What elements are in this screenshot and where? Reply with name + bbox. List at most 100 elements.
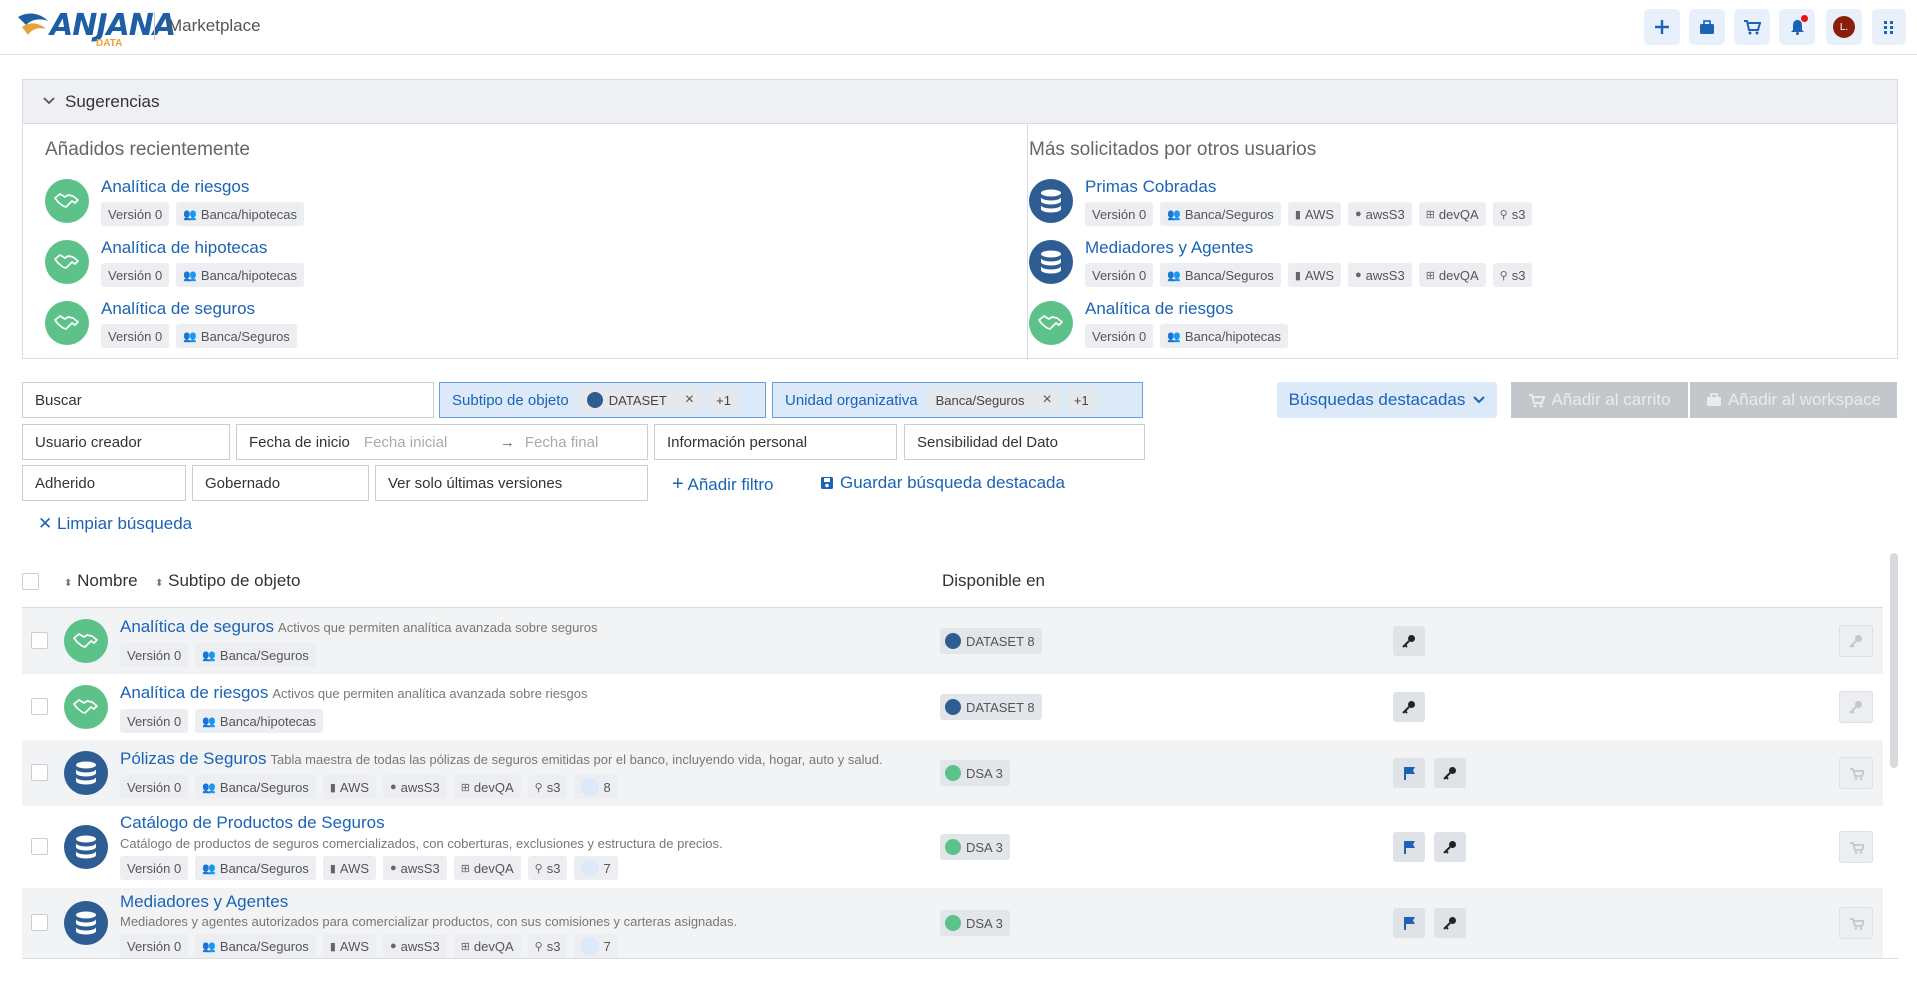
anjana-logo[interactable]: ANJANA DATA — [14, 5, 176, 49]
dsa-icon — [945, 915, 961, 931]
clear-search-button[interactable]: ✕ Limpiar búsqueda — [38, 514, 192, 534]
org-unit-filter[interactable]: Unidad organizativa Banca/Seguros × +1 — [772, 382, 1143, 418]
flag-button[interactable] — [1393, 758, 1425, 788]
search-input[interactable]: Buscar — [22, 382, 434, 418]
briefcase-icon — [1706, 393, 1721, 406]
sensitivity-filter[interactable]: Sensibilidad del Dato — [904, 424, 1145, 460]
building-icon: ▮ — [329, 781, 336, 794]
row-checkbox[interactable] — [31, 914, 48, 931]
asset-link[interactable]: Analítica de riesgos Activos que permiten… — [120, 683, 587, 703]
row-action-button[interactable] — [1839, 625, 1873, 657]
asset-link[interactable]: Catálogo de Productos de Seguros — [120, 813, 385, 833]
close-icon[interactable]: × — [685, 391, 694, 409]
dsa-icon — [945, 765, 961, 781]
tag-label: Versión 0 — [127, 938, 182, 954]
asset-description: Tabla maestra de todas las pólizas de se… — [270, 752, 883, 767]
personal-info-filter[interactable]: Información personal — [654, 424, 897, 460]
request-access-button[interactable] — [1434, 758, 1466, 788]
close-icon: ✕ — [38, 514, 53, 533]
request-access-button[interactable] — [1393, 692, 1425, 722]
suggestion-link[interactable]: Analítica de hipotecas — [101, 238, 267, 258]
date-from-input[interactable]: Fecha inicial — [364, 434, 490, 451]
governed-filter[interactable]: Gobernado — [192, 465, 369, 501]
flag-button[interactable] — [1393, 908, 1425, 938]
flag-icon — [1403, 917, 1415, 930]
tag: 👥 Banca/hipotecas — [176, 202, 305, 226]
database-icon — [76, 761, 96, 785]
suggestions-header[interactable]: Sugerencias — [23, 80, 1897, 124]
tag-label: Versión 0 — [127, 860, 182, 876]
add-to-workspace-button[interactable]: Añadir al workspace — [1690, 382, 1897, 418]
asset-link[interactable]: Analítica de seguros Activos que permiten… — [120, 617, 597, 637]
subtype-more-chip[interactable]: +1 — [708, 387, 739, 413]
row-checkbox[interactable] — [31, 764, 48, 781]
request-access-button[interactable] — [1434, 832, 1466, 862]
tables-count-tag: 7 — [574, 934, 618, 958]
workspace-button[interactable] — [1689, 9, 1725, 45]
table-row[interactable]: Pólizas de Seguros Tabla maestra de todas… — [22, 740, 1883, 806]
available-in-badge[interactable]: DSA 3 — [940, 760, 1010, 786]
subtype-filter[interactable]: Subtipo de objeto DATASET × +1 — [439, 382, 766, 418]
row-action-button[interactable] — [1839, 691, 1873, 723]
available-in-badge[interactable]: DATASET 8 — [940, 628, 1042, 654]
available-in-badge[interactable]: DSA 3 — [940, 910, 1010, 936]
add-filter-button[interactable]: + Añadir filtro — [672, 473, 773, 496]
featured-searches-button[interactable]: Búsquedas destacadas — [1277, 382, 1497, 418]
users-icon: 👥 — [202, 715, 216, 728]
org-chip[interactable]: Banca/Seguros × — [927, 387, 1060, 413]
select-all-checkbox[interactable] — [22, 573, 39, 590]
database-icon — [1041, 250, 1061, 274]
row-checkbox[interactable] — [31, 698, 48, 715]
add-to-cart-button[interactable]: Añadir al carrito — [1511, 382, 1688, 418]
asset-link[interactable]: Pólizas de Seguros Tabla maestra de todas… — [120, 749, 883, 769]
request-access-button[interactable] — [1434, 908, 1466, 938]
row-action-button[interactable] — [1839, 907, 1873, 939]
vertical-scrollbar[interactable] — [1890, 553, 1898, 768]
grid-dots-icon — [1884, 21, 1893, 34]
user-menu-button[interactable]: L. — [1826, 9, 1862, 45]
creator-filter[interactable]: Usuario creador — [22, 424, 230, 460]
date-to-input[interactable]: Fecha final — [525, 434, 598, 451]
suggestions-panel: Sugerencias Añadidos recientemente Más s… — [22, 79, 1898, 360]
suggestion-link[interactable]: Mediadores y Agentes — [1085, 238, 1253, 258]
suggestion-link[interactable]: Analítica de riesgos — [1085, 299, 1233, 319]
table-row[interactable]: Mediadores y Agentes Mediadores y agentes… — [22, 888, 1883, 958]
flag-button[interactable] — [1393, 832, 1425, 862]
name-column-header[interactable]: ⬍ Nombre — [64, 571, 138, 591]
building-icon: ▮ — [329, 862, 336, 875]
cart-button[interactable] — [1734, 9, 1770, 45]
row-checkbox[interactable] — [31, 838, 48, 855]
row-action-button[interactable] — [1839, 757, 1873, 789]
asset-type-icon — [45, 240, 89, 284]
suggestion-link[interactable]: Analítica de riesgos — [101, 177, 249, 197]
suggestion-link[interactable]: Analítica de seguros — [101, 299, 255, 319]
org-more-chip[interactable]: +1 — [1065, 387, 1097, 413]
save-search-button[interactable]: Guardar búsqueda destacada — [820, 473, 1065, 493]
available-in-badge[interactable]: DSA 3 — [940, 834, 1010, 860]
tag-label: AWS — [339, 860, 370, 876]
notifications-button[interactable] — [1779, 9, 1815, 45]
close-icon[interactable]: × — [1043, 391, 1052, 409]
subtype-chip[interactable]: DATASET × — [578, 387, 703, 413]
hierarchy-icon: ⊞ — [1425, 269, 1435, 282]
request-access-button[interactable] — [1393, 626, 1425, 656]
available-in-badge[interactable]: DATASET 8 — [940, 694, 1042, 720]
subtype-column-header[interactable]: ⬍ Subtipo de objeto — [155, 571, 300, 591]
table-row[interactable]: Analítica de riesgos Activos que permiten… — [22, 674, 1883, 740]
create-button[interactable] — [1644, 9, 1680, 45]
latest-versions-filter[interactable]: Ver solo últimas versiones — [375, 465, 648, 501]
row-action-button[interactable] — [1839, 831, 1873, 863]
adhered-filter[interactable]: Adherido — [22, 465, 186, 501]
sort-icon: ⬍ — [155, 578, 164, 589]
start-date-filter[interactable]: Fecha de inicio Fecha inicial → Fecha fi… — [236, 424, 648, 460]
tag: Versión 0 — [120, 643, 189, 667]
suggestion-link[interactable]: Primas Cobradas — [1085, 177, 1216, 197]
table-row[interactable]: Catálogo de Productos de Seguros Catálogo… — [22, 806, 1883, 888]
row-checkbox[interactable] — [31, 632, 48, 649]
users-icon: 👥 — [202, 940, 216, 953]
location-pin-icon: ⚲ — [534, 940, 543, 953]
apps-menu-button[interactable] — [1872, 9, 1906, 45]
sort-icon: ⬍ — [64, 578, 73, 589]
table-row[interactable]: Analítica de seguros Activos que permiten… — [22, 608, 1883, 674]
asset-link[interactable]: Mediadores y Agentes — [120, 892, 288, 912]
